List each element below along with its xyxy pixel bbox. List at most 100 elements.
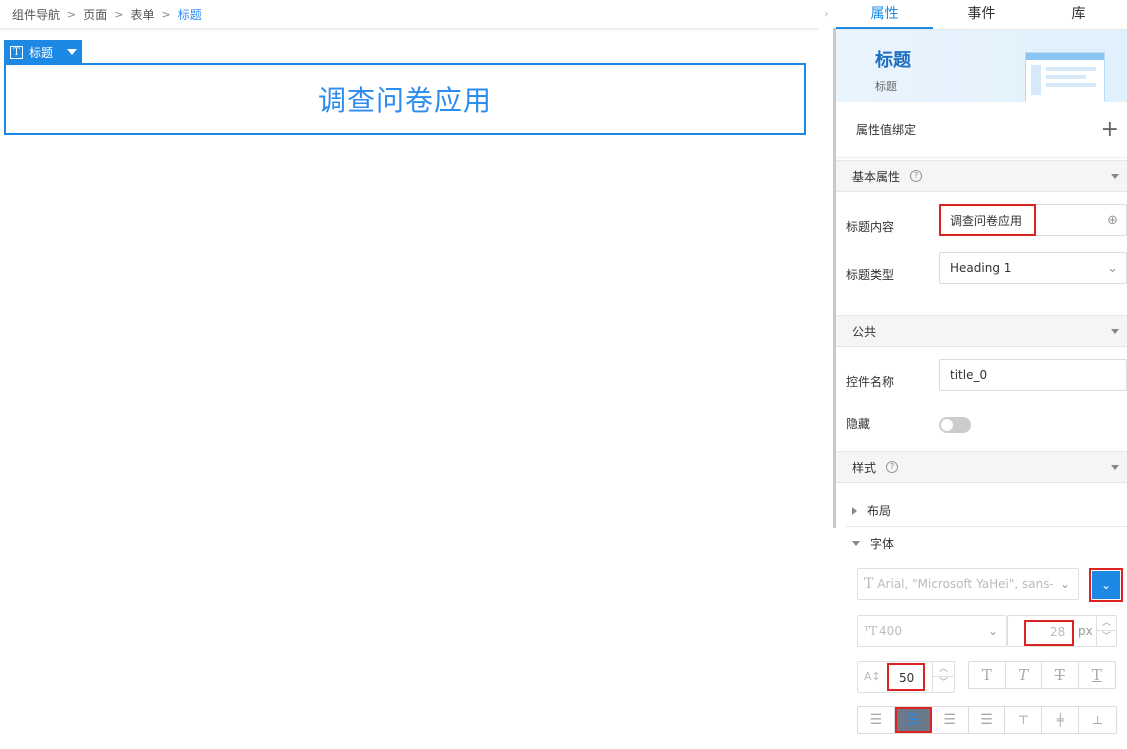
breadcrumb-item-components[interactable]: 组件导航 [12, 6, 60, 23]
chevron-right-icon: > [67, 7, 77, 21]
section-public[interactable]: 公共 [836, 315, 1127, 347]
chevron-down-icon: ⌄ [987, 624, 998, 638]
font-size-unit: px [1078, 624, 1093, 638]
property-panel: 属性 事件 库 标题 标题 属性值绑定 + 基本属性 ? 标题内容 调查问卷应用… [836, 0, 1127, 738]
section-title-basic: 基本属性 [852, 169, 901, 184]
align-center-icon: ☰ [907, 712, 920, 728]
align-center-button[interactable]: ☰ [894, 707, 932, 733]
align-justify-icon: ☰ [980, 712, 993, 728]
text-strikethrough-button[interactable]: T [1042, 662, 1079, 688]
font-family-dropdown-button[interactable]: ⌄ [1092, 571, 1120, 599]
title-content-input[interactable]: 调查问卷应用 ⊕ [939, 204, 1127, 236]
valign-bottom-icon: ⊥ [1091, 713, 1104, 727]
breadcrumb-item-page[interactable]: 页面 [83, 6, 107, 23]
add-icon[interactable]: + [1101, 118, 1119, 141]
control-name-value: title_0 [950, 368, 988, 382]
line-height-icon: A↕ [864, 670, 881, 683]
subsection-font[interactable]: 字体 [846, 527, 1127, 559]
chevron-right-icon: > [114, 7, 124, 21]
component-header: 标题 标题 [836, 30, 1127, 102]
highlight-box [1024, 620, 1074, 646]
font-family-select[interactable]: T Arial, "Microsoft YaHei", sans-... ⌄ [857, 568, 1079, 600]
align-justify-button[interactable]: ☰ [969, 707, 1006, 733]
collapse-panel-button[interactable]: › [818, 0, 835, 28]
collapse-icon [1111, 328, 1119, 334]
control-name-label: 控件名称 [846, 375, 895, 389]
tab-events[interactable]: 事件 [933, 0, 1030, 29]
section-title-style: 样式 [852, 460, 877, 475]
font-controls: T Arial, "Microsoft YaHei", sans-... ⌄ ⌄… [836, 559, 1127, 749]
chevron-down-icon: ⌄ [1059, 577, 1070, 591]
text-style-buttons: T T T T [968, 661, 1116, 689]
font-family-value: Arial, "Microsoft YaHei", sans-... [877, 577, 1054, 591]
panel-tabs: 属性 事件 库 [836, 0, 1127, 30]
hidden-toggle[interactable] [939, 417, 971, 433]
font-label: 字体 [870, 536, 895, 551]
highlight-box: ⌄ [1089, 568, 1123, 602]
breadcrumb: 组件导航 > 页面 > 表单 > 标题 [0, 0, 820, 28]
breadcrumb-item-form[interactable]: 表单 [130, 6, 154, 23]
component-tag-label: 标题 [29, 45, 54, 60]
stepper-down-icon[interactable]: ﹀ [1096, 631, 1116, 646]
tab-properties[interactable]: 属性 [836, 0, 933, 29]
stepper-up-icon[interactable]: ︿ [932, 662, 954, 677]
breadcrumb-current: 标题 [177, 7, 202, 22]
font-weight-value: 400 [879, 624, 902, 638]
font-weight-select[interactable]: ᵀT 400 ⌄ [857, 615, 1007, 647]
chevron-down-icon: ⌄ [1100, 578, 1112, 592]
heading-text: 调查问卷应用 [317, 84, 492, 117]
title-type-value: Heading 1 [950, 261, 1012, 275]
row-hidden: 隐藏 [836, 407, 1127, 449]
line-height-value[interactable]: 50 [899, 671, 914, 685]
stepper-up-icon[interactable]: ︿ [1096, 616, 1116, 631]
valign-middle-icon: ╪ [1056, 713, 1064, 727]
stepper-down-icon[interactable]: ﹀ [932, 677, 954, 692]
alignment-buttons: ☰ ☰ ☰ ☰ ⊤ ╪ ⊥ [857, 706, 1117, 734]
tab-library[interactable]: 库 [1030, 0, 1127, 29]
chevron-right-icon: › [824, 8, 829, 20]
component-tag[interactable]: T 标题 [4, 40, 82, 64]
font-weight-icon: ᵀT [864, 624, 878, 638]
section-title-public: 公共 [852, 324, 877, 339]
subsection-layout[interactable]: 布局 [846, 495, 1127, 527]
align-right-button[interactable]: ☰ [932, 707, 969, 733]
row-title-type: 标题类型 Heading 1 ⌄ [836, 252, 1127, 300]
section-basic[interactable]: 基本属性 ? [836, 160, 1127, 192]
font-size-value[interactable]: 28 [1050, 625, 1065, 639]
hidden-label: 隐藏 [846, 417, 871, 431]
chevron-right-icon: > [161, 7, 171, 21]
align-right-icon: ☰ [943, 712, 956, 728]
globe-icon[interactable]: ⊕ [1107, 213, 1118, 228]
text-normal-button[interactable]: T [969, 662, 1006, 688]
line-height-stepper[interactable]: A↕ 50 ︿ ﹀ [857, 661, 955, 693]
align-left-button[interactable]: ☰ [858, 707, 895, 733]
selected-title-component[interactable]: 调查问卷应用 [4, 63, 806, 135]
expand-icon [852, 506, 857, 515]
text-type-icon: T [10, 45, 23, 59]
property-binding-row: 属性值绑定 + [836, 102, 1127, 158]
valign-middle-button[interactable]: ╪ [1042, 707, 1080, 733]
row-control-name: 控件名称 title_0 [836, 359, 1127, 407]
title-type-label: 标题类型 [846, 268, 895, 282]
align-left-icon: ☰ [869, 712, 883, 728]
valign-top-icon: ⊤ [1017, 713, 1030, 727]
help-icon[interactable]: ? [886, 461, 899, 473]
section-style[interactable]: 样式 ? [836, 451, 1127, 483]
collapse-icon [1111, 173, 1119, 179]
font-size-stepper[interactable]: 28 px ︿ ﹀ [1007, 615, 1117, 647]
text-underline-button[interactable]: T [1079, 662, 1115, 688]
title-content-label: 标题内容 [846, 220, 895, 234]
collapse-icon [852, 540, 860, 546]
control-name-input[interactable]: title_0 [939, 359, 1127, 391]
caret-down-icon[interactable] [67, 49, 78, 55]
valign-bottom-button[interactable]: ⊥ [1079, 707, 1116, 733]
property-binding-label: 属性值绑定 [856, 123, 917, 137]
header-shadow [0, 28, 818, 31]
font-family-icon: T [864, 576, 874, 592]
text-italic-button[interactable]: T [1006, 662, 1042, 688]
help-icon[interactable]: ? [910, 170, 923, 182]
title-type-select[interactable]: Heading 1 ⌄ [939, 252, 1127, 284]
valign-top-button[interactable]: ⊤ [1005, 707, 1043, 733]
layout-label: 布局 [867, 504, 892, 518]
title-content-value: 调查问卷应用 [950, 213, 1023, 228]
